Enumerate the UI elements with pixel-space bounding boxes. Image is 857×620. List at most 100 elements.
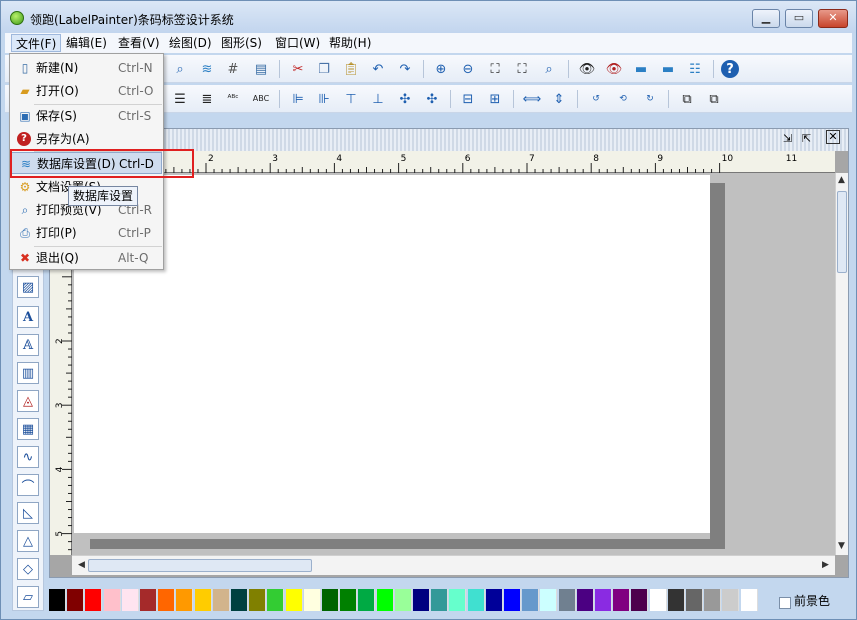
grid-icon[interactable]: #	[223, 59, 243, 79]
diamond-tool-icon[interactable]: ◇	[17, 558, 39, 580]
color-swatch[interactable]	[121, 589, 139, 611]
color-swatch[interactable]	[704, 589, 722, 611]
distribute-v-icon[interactable]: ⇕	[549, 89, 569, 109]
color-swatch[interactable]	[67, 589, 85, 611]
color-swatch[interactable]	[303, 589, 321, 611]
color-swatch[interactable]	[322, 589, 339, 611]
color-swatch[interactable]	[140, 589, 157, 611]
parallelogram-tool-icon[interactable]: ▱	[17, 586, 39, 608]
zoom-page-icon[interactable]: ⌕	[170, 59, 190, 79]
color-swatch[interactable]	[176, 589, 194, 611]
menu-draw[interactable]: 绘图(D)	[165, 34, 216, 52]
maximize-doc-icon[interactable]: ⇱	[802, 132, 811, 145]
color-swatch[interactable]	[522, 589, 540, 611]
shape-tool-icon[interactable]: ◬	[17, 390, 39, 412]
menu-window[interactable]: 窗口(W)	[271, 34, 324, 52]
color-swatch[interactable]	[595, 589, 612, 611]
color-swatch[interactable]	[103, 589, 121, 611]
page-center-v-icon[interactable]: ⊞	[485, 89, 505, 109]
align-justify-icon[interactable]: ≣	[197, 89, 217, 109]
fit-page-icon[interactable]: ⛶	[485, 59, 505, 79]
image-tool-icon[interactable]: ▨	[17, 276, 39, 298]
cut-icon[interactable]: ✂	[288, 59, 308, 79]
color-swatch[interactable]	[558, 589, 576, 611]
database-icon[interactable]: ≋	[197, 59, 217, 79]
color-swatch[interactable]	[686, 589, 703, 611]
color-swatch[interactable]	[576, 589, 594, 611]
foreground-color-swatch[interactable]	[779, 597, 791, 609]
unlock-icon[interactable]: ▬	[658, 59, 678, 79]
minimize-button[interactable]: ▁	[752, 9, 780, 28]
color-swatch[interactable]	[613, 589, 631, 611]
color-swatch[interactable]	[249, 589, 267, 611]
maximize-button[interactable]: ▭	[785, 9, 813, 28]
restore-doc-icon[interactable]: ⇲	[783, 132, 792, 145]
horizontal-scrollbar[interactable]: ◀ ▶	[72, 555, 835, 575]
lock-icon[interactable]: ▬	[631, 59, 651, 79]
horizontal-scroll-thumb[interactable]	[88, 559, 312, 572]
color-swatch[interactable]	[413, 589, 430, 611]
qrcode-tool-icon[interactable]: ▦	[17, 418, 39, 440]
outline-text-tool-icon[interactable]: 𝔸	[17, 334, 39, 356]
align-left-icon[interactable]: ⊫	[288, 89, 308, 109]
color-swatch[interactable]	[194, 589, 212, 611]
undo-icon[interactable]: ↶	[368, 59, 388, 79]
menu-edit[interactable]: 编辑(E)	[62, 34, 111, 52]
color-swatch[interactable]	[631, 589, 649, 611]
close-doc-icon[interactable]: ✕	[826, 130, 840, 144]
arc-tool-icon[interactable]: ⌒	[17, 474, 39, 496]
fit-width-icon[interactable]: ⛶	[512, 59, 532, 79]
hide-icon[interactable]: 👁︎	[604, 59, 624, 79]
barcode-tool-icon[interactable]: ▥	[17, 362, 39, 384]
color-swatch[interactable]	[431, 589, 449, 611]
zoom-icon[interactable]: ⌕	[539, 59, 559, 79]
align-center-text-icon[interactable]: ☰	[170, 89, 190, 109]
menu-file[interactable]: 文件(F)	[11, 34, 62, 52]
rotate-90-cw-icon[interactable]: ↻	[640, 89, 660, 109]
color-swatch[interactable]	[158, 589, 176, 611]
center-horizontal-icon[interactable]: ✣	[395, 89, 415, 109]
text-abc-icon[interactable]: ABC	[251, 89, 271, 109]
color-swatch[interactable]	[485, 589, 503, 611]
page-center-h-icon[interactable]: ⊟	[458, 89, 478, 109]
color-swatch[interactable]	[722, 589, 740, 611]
text-tool-icon[interactable]: A	[17, 306, 39, 328]
curve-tool-icon[interactable]: ∿	[17, 446, 39, 468]
menu-item-save[interactable]: ▣ 保存(S) Ctrl-S	[11, 105, 162, 127]
properties-icon[interactable]: ☷	[685, 59, 705, 79]
label-page[interactable]	[74, 175, 710, 533]
paste-icon[interactable]: 📋︎	[341, 59, 361, 79]
triangle-tool-icon[interactable]: △	[17, 530, 39, 552]
vertical-scrollbar[interactable]: ▲ ▼	[835, 173, 848, 555]
color-swatch[interactable]	[285, 589, 303, 611]
redo-icon[interactable]: ↷	[395, 59, 415, 79]
color-swatch[interactable]	[504, 589, 521, 611]
calculator-icon[interactable]: ▤	[251, 59, 271, 79]
menu-item-print[interactable]: ⎙ 打印(P) Ctrl-P	[11, 222, 162, 244]
zoom-in-icon[interactable]: ⊕	[431, 59, 451, 79]
copy-icon[interactable]: ❐	[314, 59, 334, 79]
color-swatch[interactable]	[649, 589, 667, 611]
text-spacing-icon[interactable]: ᴬᴮᶜ	[223, 89, 243, 109]
color-swatch[interactable]	[394, 589, 412, 611]
align-bottom-icon[interactable]: ⊥	[368, 89, 388, 109]
align-right-icon[interactable]: ⊪	[314, 89, 334, 109]
rotate-180-icon[interactable]: ⟲	[613, 89, 633, 109]
menu-item-save-as[interactable]: ? 另存为(A)	[11, 128, 162, 150]
color-swatch[interactable]	[667, 589, 685, 611]
vertical-scroll-thumb[interactable]	[837, 191, 847, 273]
close-button[interactable]: ✕	[818, 9, 848, 28]
color-swatch[interactable]	[85, 589, 103, 611]
color-swatch[interactable]	[467, 589, 485, 611]
color-swatch[interactable]	[267, 589, 285, 611]
menu-item-exit[interactable]: ✖ 退出(Q) Alt-Q	[11, 247, 162, 269]
menu-shape[interactable]: 图形(S)	[217, 34, 266, 52]
show-icon[interactable]: 👁︎	[577, 59, 597, 79]
design-canvas[interactable]	[72, 173, 835, 555]
send-back-icon[interactable]: ⧉	[704, 89, 724, 109]
bring-front-icon[interactable]: ⧉	[677, 89, 697, 109]
distribute-h-icon[interactable]: ⟺	[522, 89, 542, 109]
menu-item-open[interactable]: ▰ 打开(O) Ctrl-O	[11, 80, 162, 102]
rotate-90-ccw-icon[interactable]: ↺	[586, 89, 606, 109]
color-swatch[interactable]	[340, 589, 358, 611]
